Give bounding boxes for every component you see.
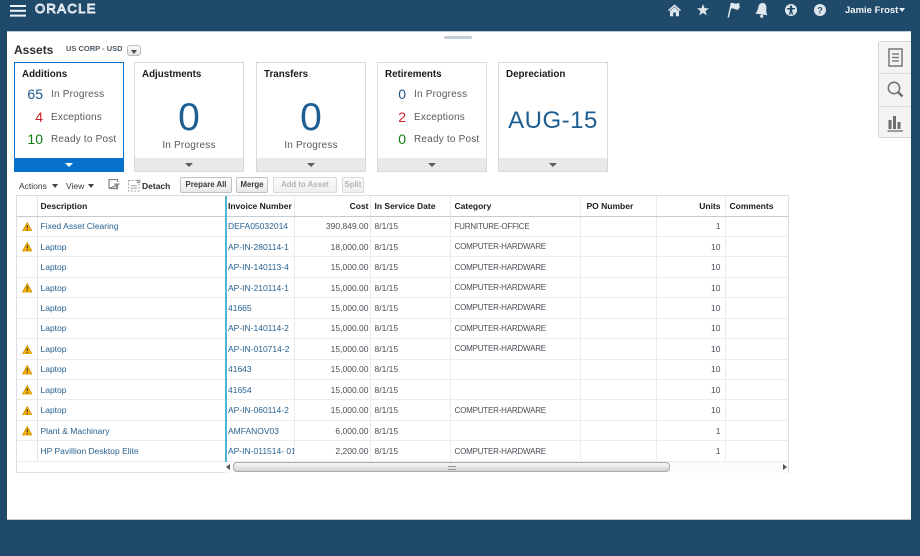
- svg-text:ORACLE: ORACLE: [35, 1, 97, 16]
- svg-text:?: ?: [817, 5, 823, 15]
